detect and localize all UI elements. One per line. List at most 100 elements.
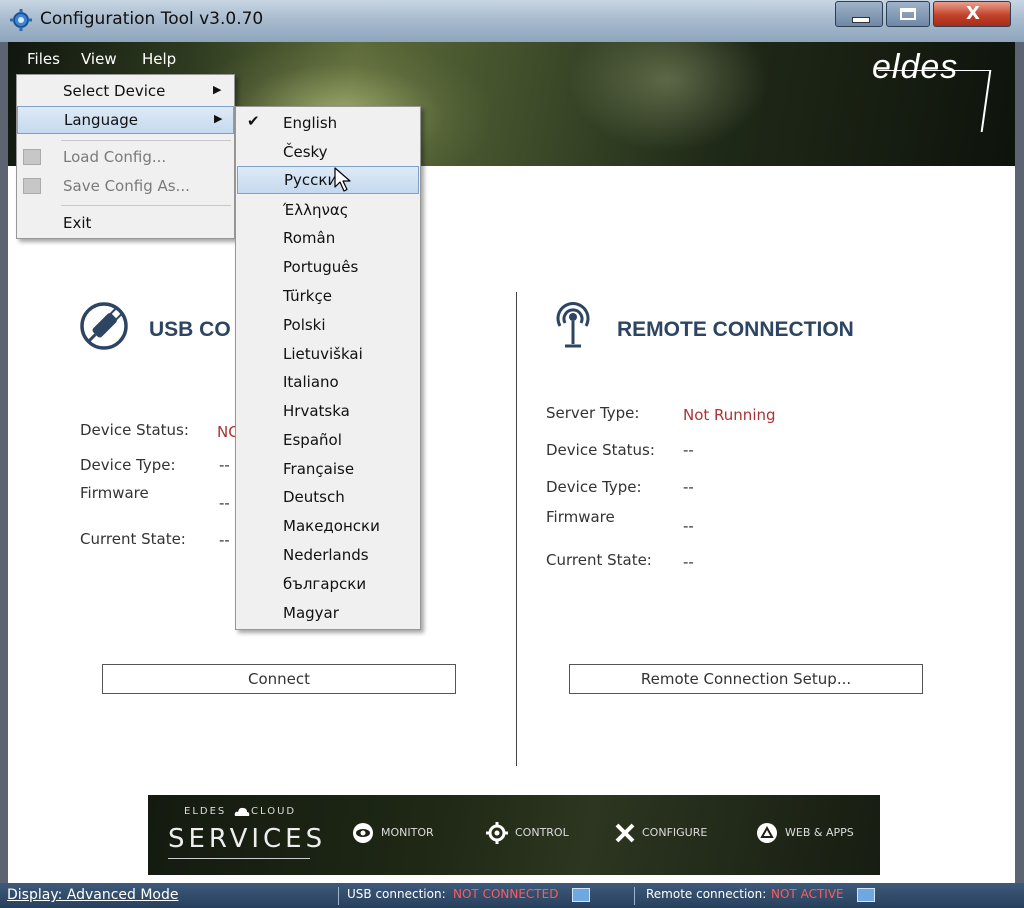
remote-current-state-value: -- [683,553,694,571]
menu-item-label: Load Config... [63,148,167,166]
remote-connection-label: Remote connection: [646,887,767,901]
language-option[interactable]: Deutsch [237,483,419,511]
tools-icon [615,823,635,843]
logo-underline [878,70,990,71]
services-web-apps-link[interactable]: WEB & APPS [785,826,854,839]
language-option[interactable]: Française [237,455,419,483]
usb-firmware-label: Firmware [80,484,149,502]
usb-current-state-label: Current State: [80,530,186,548]
services-control-link[interactable]: CONTROL [515,826,569,839]
close-button[interactable]: X [933,1,1011,27]
language-option[interactable]: Lietuviškai [237,340,419,368]
remote-connection-heading: REMOTE CONNECTION [617,318,854,341]
remote-firmware-value: -- [683,517,694,535]
usb-connection-status: NOT CONNECTED [453,887,559,901]
minimize-button[interactable] [835,1,883,27]
language-option[interactable]: Türkçe [237,282,419,310]
close-icon: X [966,3,980,24]
usb-device-type-value: -- [219,456,230,474]
load-config-icon [23,149,41,165]
status-separator [634,887,635,905]
maximize-button[interactable] [886,1,930,27]
language-option[interactable]: Русски [237,166,419,194]
menu-help[interactable]: Help [142,50,176,68]
remote-monitor-icon [857,888,875,902]
menu-item-select-device[interactable]: Select Device ▶ [17,77,234,105]
menu-separator [61,205,231,206]
menu-item-language[interactable]: Language ▶ [17,106,234,134]
check-icon: ✔ [247,112,260,130]
remote-device-status-label: Device Status: [546,441,655,459]
language-option[interactable]: Македонски [237,512,419,540]
title-bar: Configuration Tool v3.0.70 X [0,0,1024,42]
eye-icon [353,823,373,843]
menu-files[interactable]: Files [27,50,60,68]
display-mode-selector[interactable]: Display: Advanced Mode [7,887,179,903]
language-option[interactable]: Português [237,253,419,281]
banner-light-2 [568,42,768,152]
language-option[interactable]: Česky [237,138,419,166]
server-type-label: Server Type: [546,404,640,422]
language-option[interactable]: ✔ English [237,109,419,137]
status-bar: Display: Advanced Mode USB connection: N… [0,883,1024,908]
main-panel [8,166,1015,883]
services-underline [168,858,310,859]
language-option[interactable]: Nederlands [237,541,419,569]
services-eldes-label: ELDES [184,806,227,817]
gear-icon [486,822,508,844]
menu-view[interactable]: View [81,50,117,68]
files-menu-dropdown: Select Device ▶ Language ▶ Load Config..… [16,74,235,239]
cloud-icon [234,807,250,816]
services-configure-link[interactable]: CONFIGURE [642,826,707,839]
usb-monitor-icon [572,888,590,902]
menu-item-exit[interactable]: Exit [17,209,234,237]
menu-item-label: Save Config As... [63,177,190,195]
language-option[interactable]: Italiano [237,368,419,396]
panel-divider [516,292,517,766]
menu-item-label: Exit [63,214,92,232]
server-type-value: Not Running [683,406,776,424]
save-config-icon [23,178,41,194]
language-option[interactable]: Magyar [237,599,419,627]
language-option[interactable]: Hrvatska [237,397,419,425]
language-submenu: ✔ English Česky Русски Έλληνας Român Port… [235,106,421,630]
minimize-icon [852,17,870,23]
remote-device-type-label: Device Type: [546,478,642,496]
remote-firmware-label: Firmware [546,508,615,526]
usb-firmware-value: -- [219,494,230,512]
menu-item-load-config[interactable]: Load Config... [17,143,234,171]
usb-icon [80,302,128,350]
menu-item-label: Select Device [63,82,166,100]
language-option[interactable]: български [237,570,419,598]
eldes-logo: eldes [872,48,959,86]
remote-device-type-value: -- [683,478,694,496]
remote-device-status-value: -- [683,441,694,459]
menu-item-label: Language [64,111,139,129]
services-cloud-label: CLOUD [251,806,297,817]
submenu-arrow-icon: ▶ [213,83,222,96]
maximize-icon [900,8,916,20]
remote-current-state-label: Current State: [546,551,652,569]
usb-current-state-value: -- [219,531,230,549]
language-option[interactable]: Român [237,224,419,252]
mouse-cursor-icon [334,167,351,192]
status-separator [338,887,339,905]
language-option[interactable]: Έλληνας [237,196,419,224]
services-monitor-link[interactable]: MONITOR [381,826,434,839]
usb-connection-heading: USB CO [149,318,231,341]
connect-button[interactable]: Connect [102,664,456,694]
menu-separator [61,140,231,141]
app-gear-icon [10,9,32,31]
language-option[interactable]: Español [237,426,419,454]
usb-device-type-label: Device Type: [80,456,176,474]
apps-icon [757,823,777,843]
usb-device-status-label: Device Status: [80,421,189,439]
submenu-arrow-icon: ▶ [214,112,223,125]
window-title: Configuration Tool v3.0.70 [40,9,264,29]
remote-connection-setup-button[interactable]: Remote Connection Setup... [569,664,923,694]
usb-connection-label: USB connection: [347,887,446,901]
antenna-icon [556,302,590,348]
language-option[interactable]: Polski [237,311,419,339]
menu-item-save-config[interactable]: Save Config As... [17,172,234,200]
remote-connection-status: NOT ACTIVE [771,887,844,901]
